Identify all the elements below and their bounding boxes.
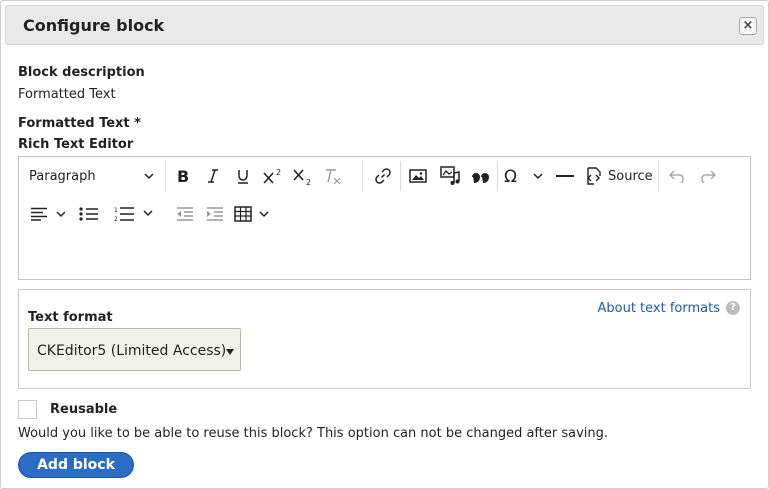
text-format-label: Text format [28,310,113,325]
svg-text:2: 2 [276,168,281,177]
svg-text:B: B [177,168,189,184]
align-icon [31,207,65,221]
blockquote-icon[interactable] [467,161,495,191]
superscript-icon[interactable]: 2 [259,161,287,191]
paragraph-label: Paragraph [29,168,96,184]
source-icon [587,167,601,185]
dropdown-arrow-icon [226,349,234,355]
block-description-label: Block description [18,65,145,80]
formatted-text-label: Formatted Text * [18,116,141,131]
horizontal-line-icon[interactable] [551,161,579,191]
add-block-button[interactable]: Add block [18,452,134,478]
source-button[interactable]: Source [584,161,654,191]
subscript-icon[interactable]: 2 [289,161,317,191]
svg-text:2: 2 [114,216,118,222]
numbered-list-dropdown[interactable]: 12 [107,199,165,229]
svg-text:1: 1 [114,207,118,214]
link-icon[interactable] [369,161,397,191]
remove-format-icon[interactable] [319,161,347,191]
indent-icon[interactable] [201,199,229,229]
help-icon[interactable]: ? [726,301,740,315]
text-format-select[interactable]: CKEditor5 (Limited Access) [28,328,241,371]
special-characters-icon[interactable]: Ω [502,161,546,191]
reusable-label[interactable]: Reusable [50,402,117,417]
svg-text:2: 2 [306,178,311,186]
rich-text-editor-label: Rich Text Editor [18,137,134,152]
redo-icon[interactable] [693,161,721,191]
text-format-wrapper: About text formats ? Text format CKEdito… [18,289,751,389]
chevron-down-icon [144,173,154,180]
reusable-description: Would you like to be able to reuse this … [18,426,609,441]
svg-text:Ω: Ω [504,168,517,184]
outdent-icon[interactable] [171,199,199,229]
table-icon [234,206,269,222]
paragraph-dropdown[interactable]: Paragraph [29,161,154,191]
numbered-list-icon: 12 [114,207,153,222]
text-format-selected: CKEditor5 (Limited Access) [37,343,227,359]
italic-icon[interactable] [199,161,227,191]
table-dropdown[interactable] [233,199,275,229]
media-icon[interactable] [437,161,465,191]
dialog-title: Configure block [23,16,165,35]
close-button[interactable]: × [739,17,757,35]
rich-text-editor: Paragraph B 2 2 Ω Source 12 [18,156,751,280]
undo-icon[interactable] [664,161,692,191]
editor-toolbar: Paragraph B 2 2 Ω Source 12 [19,157,750,235]
bulleted-list-icon[interactable] [75,199,103,229]
reusable-checkbox[interactable] [18,400,37,419]
block-description-value: Formatted Text [18,87,116,102]
about-text-formats-link[interactable]: About text formats [597,301,720,316]
dialog-titlebar: Configure block × [5,5,764,45]
align-dropdown[interactable] [27,199,67,229]
underline-icon[interactable] [229,161,257,191]
bold-icon[interactable]: B [169,161,197,191]
image-icon[interactable] [404,161,432,191]
editor-content-area[interactable] [19,234,750,279]
source-label: Source [608,168,653,184]
